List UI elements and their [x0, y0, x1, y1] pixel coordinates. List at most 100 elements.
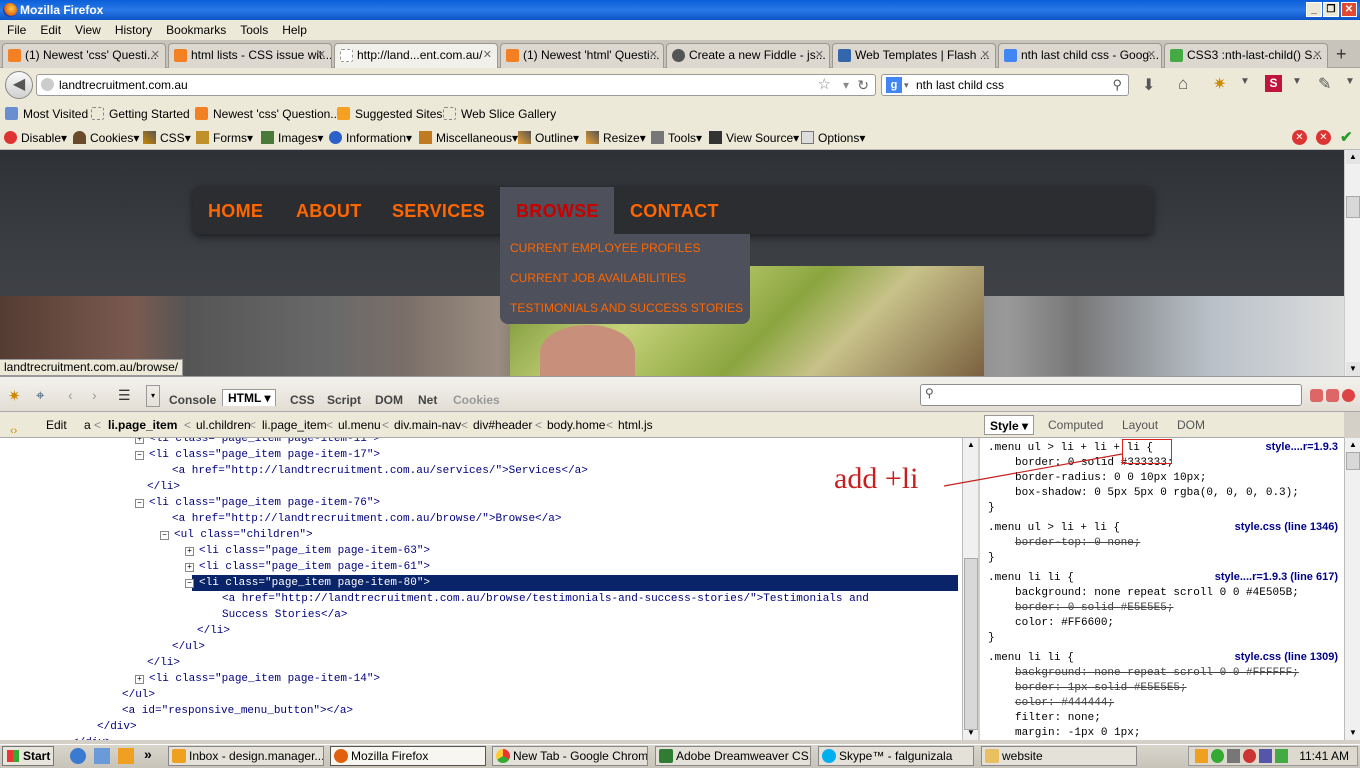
html-node[interactable]: <a href="http://landtrecruitment.com.au/…: [172, 511, 561, 527]
firebug-tab-cookies[interactable]: Cookies: [453, 393, 500, 407]
dropdown-icon[interactable]: ▼: [1240, 76, 1250, 87]
download-icon[interactable]: ⬇: [1142, 75, 1155, 95]
css-property-overridden[interactable]: border: 1px solid #E5E5E5;: [1015, 681, 1187, 696]
firebug-tab-css[interactable]: CSS: [290, 393, 315, 407]
menu-edit[interactable]: Edit: [33, 20, 68, 40]
scroll-thumb[interactable]: [1346, 452, 1360, 470]
close-tab-icon[interactable]: ✕: [1147, 44, 1156, 67]
close-tab-icon[interactable]: ✕: [483, 44, 492, 67]
menu-file[interactable]: File: [0, 20, 33, 40]
browser-tab[interactable]: html lists - CSS issue wit... ✕: [168, 43, 332, 68]
dev-forms[interactable]: Forms▾: [196, 126, 253, 150]
side-tab-dom[interactable]: DOM: [1177, 412, 1205, 438]
html-node[interactable]: − <li class="page_item page-item-76">: [135, 495, 380, 511]
more-icon[interactable]: »: [144, 746, 152, 762]
side-tab-computed[interactable]: Computed: [1048, 412, 1103, 438]
menu-view[interactable]: View: [68, 20, 108, 40]
menu-help[interactable]: Help: [275, 20, 314, 40]
volume-icon[interactable]: [1227, 749, 1240, 763]
collapse-icon[interactable]: −: [135, 451, 144, 460]
scroll-down-icon[interactable]: ▼: [964, 726, 978, 740]
browser-tab[interactable]: Web Templates | Flash ... ✕: [832, 43, 996, 68]
scroll-up-icon[interactable]: ▲: [1346, 150, 1360, 164]
dev-view-source[interactable]: View Source▾: [709, 126, 799, 150]
reload-icon[interactable]: ↻: [857, 75, 869, 95]
css-property-overridden[interactable]: border-top: 0 none;: [1015, 536, 1140, 551]
home-icon[interactable]: ⌂: [1178, 74, 1188, 94]
firebug-minimize-icon[interactable]: [1310, 389, 1323, 402]
taskbar-item[interactable]: Inbox - design.manager...: [168, 746, 324, 766]
css-source-link[interactable]: style....r=1.9.3 (line 617): [1215, 571, 1338, 583]
scroll-thumb[interactable]: [964, 558, 978, 730]
maximize-button[interactable]: ❐: [1323, 2, 1339, 17]
browser-tab[interactable]: nth last child css - Goog... ✕: [998, 43, 1162, 68]
scroll-down-icon[interactable]: ▼: [1346, 362, 1360, 376]
menu-tools[interactable]: Tools: [233, 20, 275, 40]
html-node[interactable]: </li>: [147, 655, 180, 671]
style-pane-scrollbar[interactable]: ▲ ▼: [1344, 438, 1360, 740]
dev-options[interactable]: Options▾: [801, 126, 865, 150]
error-icon[interactable]: ✕: [1316, 130, 1331, 145]
html-node[interactable]: + <li class="page_item page-item-14">: [135, 671, 380, 687]
crumb-html[interactable]: html.js: [618, 412, 653, 438]
tray-icon[interactable]: [1195, 749, 1208, 763]
tools-icon[interactable]: ✎: [1318, 74, 1331, 94]
start-button[interactable]: Start: [2, 746, 54, 766]
crumb-li[interactable]: li.page_item: [262, 412, 327, 438]
dev-cookies[interactable]: Cookies▾: [73, 126, 139, 150]
back-arrow-icon[interactable]: ‹: [68, 387, 73, 403]
firebug-search-input[interactable]: ⚲: [920, 384, 1302, 406]
bookmark-web-slice-gallery[interactable]: Web Slice Gallery: [443, 102, 556, 126]
dropdown-item-employee-profiles[interactable]: CURRENT EMPLOYEE PROFILES: [510, 241, 701, 255]
taskbar-item[interactable]: Skype™ - falgunizala: [818, 746, 974, 766]
html-node[interactable]: − <ul class="children">: [160, 527, 313, 543]
site-nav-services[interactable]: SERVICES: [392, 201, 485, 222]
css-property[interactable]: margin: -1px 0 1px;: [1015, 726, 1140, 740]
bookmark-suggested-sites[interactable]: Suggested Sites: [337, 102, 442, 126]
firebug-tab-dom[interactable]: DOM: [375, 393, 403, 407]
taskbar-item[interactable]: New Tab - Google Chrome: [492, 746, 648, 766]
browser-tab-active[interactable]: http://land...ent.com.au/✕: [334, 43, 498, 69]
dev-disable[interactable]: Disable▾: [4, 126, 67, 150]
html-node[interactable]: + <li class="page_item page-item-63">: [185, 543, 430, 559]
dropdown-arrow-icon[interactable]: ▾: [843, 75, 849, 95]
firebug-tab-script[interactable]: Script: [327, 393, 361, 407]
page-scrollbar[interactable]: ▲ ▼: [1344, 150, 1360, 376]
new-tab-icon[interactable]: +: [1336, 44, 1347, 65]
expand-icon[interactable]: +: [135, 675, 144, 684]
html-node[interactable]: </li>: [147, 479, 180, 495]
app-icon[interactable]: [118, 748, 134, 764]
menu-lines-icon[interactable]: ☰: [118, 387, 131, 404]
firebug-close-icon[interactable]: [1342, 389, 1355, 402]
html-node[interactable]: </div>: [72, 735, 112, 740]
scroll-up-icon[interactable]: ▲: [1346, 438, 1360, 452]
browser-tab[interactable]: CSS3 :nth-last-child() S... ✕: [1164, 43, 1328, 68]
css-source-link[interactable]: style.css (line 1309): [1235, 651, 1338, 663]
browser-tab[interactable]: Create a new Fiddle - js... ✕: [666, 43, 830, 68]
dev-css[interactable]: CSS▾: [143, 126, 191, 150]
crumb-div-main-nav[interactable]: div.main-nav: [394, 412, 461, 438]
crumb-ul-menu[interactable]: ul.menu: [338, 412, 381, 438]
close-tab-icon[interactable]: ✕: [649, 44, 658, 67]
css-property[interactable]: background: none repeat scroll 0 0 #4E50…: [1015, 586, 1299, 601]
browser-tab[interactable]: (1) Newest 'html' Questi... ✕: [500, 43, 664, 68]
css-property[interactable]: filter: none;: [1015, 711, 1101, 726]
expand-icon[interactable]: +: [135, 438, 144, 444]
close-tab-icon[interactable]: ✕: [815, 44, 824, 67]
search-bar[interactable]: g ▾ nth last child css ⚲: [881, 74, 1129, 96]
crumb-div-header[interactable]: div#header: [473, 412, 532, 438]
options-dropdown-icon[interactable]: ▾: [146, 385, 160, 407]
dev-tools[interactable]: Tools▾: [651, 126, 702, 150]
dropdown-item-job-availabilities[interactable]: CURRENT JOB AVAILABILITIES: [510, 271, 686, 285]
firebug-tab-console[interactable]: Console: [169, 393, 216, 407]
site-nav-home[interactable]: HOME: [208, 201, 263, 222]
css-property-overridden[interactable]: border: 0 solid #E5E5E5;: [1015, 601, 1173, 616]
firebug-detach-icon[interactable]: [1326, 389, 1339, 402]
crumb-body[interactable]: body.home: [547, 412, 605, 438]
site-nav-browse[interactable]: BROWSE: [516, 201, 599, 222]
outlook-icon[interactable]: [94, 748, 110, 764]
taskbar-item-active[interactable]: Mozilla Firefox: [330, 746, 486, 766]
side-tab-style[interactable]: Style ▾: [984, 415, 1035, 435]
expand-icon[interactable]: +: [185, 547, 194, 556]
css-selector[interactable]: .menu li li {: [988, 571, 1074, 586]
